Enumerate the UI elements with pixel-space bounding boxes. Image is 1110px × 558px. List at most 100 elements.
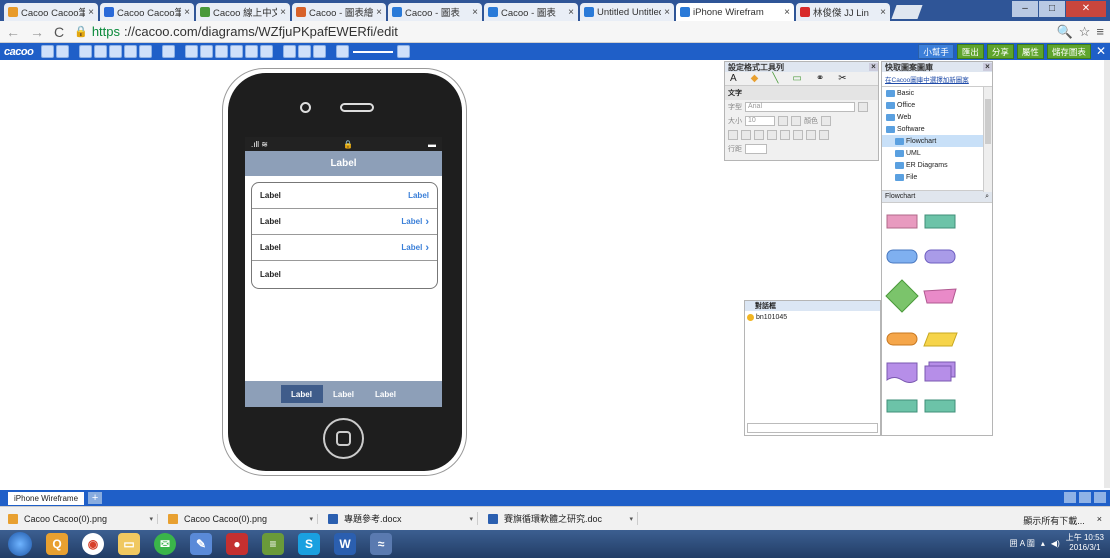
table-row[interactable]: Label [252,261,437,287]
close-icon[interactable]: × [869,63,878,71]
bookmark-star-icon[interactable]: ☆ [1079,24,1091,40]
download-menu-icon[interactable]: ▾ [309,515,313,523]
delete-icon[interactable] [124,45,138,58]
back-icon[interactable]: ← [6,24,20,40]
redo-icon[interactable] [56,45,70,58]
settings-icon[interactable] [1094,492,1106,503]
orange-terminator-shape[interactable] [886,332,918,346]
library-scrollbar[interactable] [983,87,992,192]
tab-item[interactable]: Label [323,385,365,403]
browser-tab[interactable]: Cacoo - 圖表 × [484,3,578,21]
tab-item[interactable]: Label [365,385,407,403]
close-icon[interactable]: × [983,63,992,71]
yellow-data-shape[interactable] [923,332,958,347]
menu-icon[interactable]: ≡ [1096,24,1104,40]
browser-tab[interactable]: Cacoo Cacoo筆記× [4,3,98,21]
copy-icon[interactable] [79,45,93,58]
browser-tab[interactable]: Cacoo - 圖表 × [388,3,482,21]
underline-icon[interactable] [754,130,764,140]
font-select[interactable]: Arial [745,102,855,112]
purple-document-shape[interactable] [886,362,918,383]
size-select[interactable]: 10 [745,116,775,126]
comment-icon[interactable]: ▭ [792,73,801,84]
zoom-out-icon[interactable] [336,45,350,58]
kakao-icon[interactable]: Q [46,533,68,555]
bold-icon[interactable] [728,130,738,140]
browser-tab[interactable]: Cacoo Cacoo筆記× [100,3,194,21]
url-field[interactable]: 🔒 https://cacoo.com/diagrams/WZfjuPKpafE… [74,24,1046,39]
browser-tab[interactable]: Cacoo 線上中文 × [196,3,290,21]
more-icon[interactable] [819,130,829,140]
forward-icon[interactable]: → [30,24,44,40]
network-tray-icon[interactable]: ▴ [1041,539,1045,548]
library-tree-item[interactable]: Basic [882,87,992,99]
properties-button[interactable]: 屬性 [1016,44,1044,59]
align-left-icon[interactable] [767,130,777,140]
library-tree-item[interactable]: File [882,171,992,183]
text-color-icon[interactable] [821,116,831,126]
sheet-tab[interactable]: iPhone Wireframe [8,491,85,505]
close-editor-icon[interactable]: ✕ [1096,44,1106,59]
cut-icon[interactable] [109,45,123,58]
paste-icon[interactable] [94,45,108,58]
table-row[interactable]: Label Label › [252,235,437,261]
share-button[interactable]: 分享 [986,44,1014,59]
line-app-icon[interactable]: ✉ [154,533,176,555]
phone-screen[interactable]: .ıll ≋ 🔒 ▬ Label Label Label Label Label… [245,137,442,407]
sheet-icon[interactable] [283,45,297,58]
text-tool-icon[interactable] [185,45,199,58]
export-button[interactable]: 匯出 [956,44,984,59]
download-menu-icon[interactable]: ▾ [629,515,633,523]
view-icon[interactable] [1064,492,1076,503]
download-item[interactable]: Cacoo Cacoo(0).png ▾ [168,513,318,524]
pink-manual-input-shape[interactable] [923,288,957,304]
close-tab-icon[interactable]: × [568,7,574,18]
show-all-downloads-link[interactable]: 顯示所有下載... [1023,514,1085,527]
save-diagram-button[interactable]: 儲存圖表 [1046,44,1091,59]
zoom-slider[interactable] [353,50,394,53]
blue-terminator-shape[interactable] [886,249,918,264]
italic-icon[interactable] [741,130,751,140]
network-icon[interactable]: ≈ [370,533,392,555]
fill-icon[interactable]: ◆ [751,73,759,84]
browser-tab[interactable]: iPhone Wirefram × [676,3,794,21]
chat-input[interactable] [747,423,878,433]
valign-icon[interactable] [806,130,816,140]
volume-icon[interactable]: ◀) [1051,539,1060,548]
tab-item[interactable]: Label [280,385,323,403]
preview-icon[interactable] [313,45,327,58]
add-sheet-button[interactable]: + [88,492,103,504]
new-tab-button[interactable] [891,5,923,19]
download-menu-icon[interactable]: ▾ [149,515,153,523]
search-icon[interactable]: ⌕ [985,193,989,201]
close-tab-icon[interactable]: × [184,7,190,18]
books-icon[interactable]: ≡ [262,533,284,555]
zoom-icon[interactable]: 🔍 [1057,24,1073,40]
library-tree-item[interactable]: Web [882,111,992,123]
align-center-icon[interactable] [780,130,790,140]
tools-icon[interactable]: ✂ [838,73,846,84]
grouped-table[interactable]: Label Label Label Label › Label Label › La… [251,182,438,289]
pencil-tool-icon[interactable] [245,45,259,58]
undo-icon[interactable] [41,45,55,58]
decrease-size-icon[interactable] [791,116,801,126]
table-tool-icon[interactable] [230,45,244,58]
download-item[interactable]: Cacoo Cacoo(0).png ▾ [8,513,158,524]
maximize-icon[interactable]: □ [1039,1,1065,17]
shape-tool-icon[interactable] [215,45,229,58]
close-tab-icon[interactable]: × [376,7,382,18]
teal-display-shape[interactable] [924,399,956,413]
increase-size-icon[interactable] [778,116,788,126]
link-icon[interactable]: ⚭ [816,73,824,84]
library-tree-item[interactable]: Software [882,123,992,135]
table-row[interactable]: Label Label [252,183,437,209]
download-menu-icon[interactable]: ▾ [469,515,473,523]
minimize-icon[interactable]: – [1012,1,1038,17]
front-icon[interactable] [162,45,176,58]
teal-process-shape[interactable] [924,214,956,229]
pink-process-shape[interactable] [886,214,918,229]
close-tab-icon[interactable]: × [88,7,94,18]
paint-icon[interactable]: ✎ [190,533,212,555]
line-icon[interactable]: ╲ [772,73,778,84]
table-row[interactable]: Label Label › [252,209,437,235]
